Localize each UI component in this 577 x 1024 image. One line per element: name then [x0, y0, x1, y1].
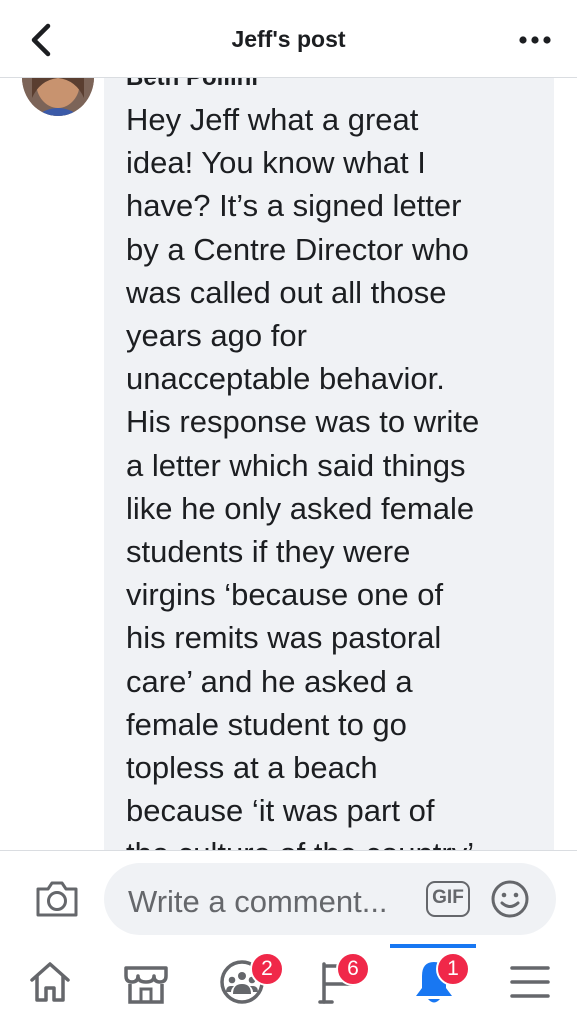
comment-text: Hey Jeff what a great idea! You know wha… [126, 102, 480, 850]
tab-notifications[interactable]: 1 [388, 944, 478, 1024]
comment-author[interactable]: Beth Pollini [126, 78, 258, 92]
gif-button[interactable]: GIF [426, 881, 470, 917]
comment-composer: Write a comment... GIF [0, 850, 577, 944]
emoji-icon[interactable] [490, 879, 530, 919]
marketplace-icon [124, 966, 168, 1004]
tab-home[interactable] [4, 944, 94, 1024]
tab-groups[interactable]: 2 [196, 944, 286, 1024]
comment-input[interactable]: Write a comment... GIF [104, 863, 556, 935]
bottom-tab-bar: 2 6 1 [0, 944, 577, 1024]
notifications-badge: 1 [436, 952, 470, 986]
tab-pages[interactable]: 6 [292, 944, 382, 1024]
page-title: Jeff's post [231, 26, 346, 52]
comment-thread: Beth Pollini Hey Jeff what a great idea!… [0, 78, 577, 850]
top-bar: Jeff's post [0, 0, 577, 78]
pages-badge: 6 [336, 952, 370, 986]
tab-menu[interactable] [484, 944, 574, 1024]
avatar[interactable] [22, 78, 94, 116]
tab-marketplace[interactable] [100, 944, 190, 1024]
camera-icon[interactable] [34, 879, 80, 919]
groups-badge: 2 [250, 952, 284, 986]
home-icon [30, 962, 70, 1002]
menu-icon [510, 966, 550, 998]
comment-input-placeholder: Write a comment... [128, 884, 388, 919]
more-options-icon[interactable] [515, 24, 555, 56]
